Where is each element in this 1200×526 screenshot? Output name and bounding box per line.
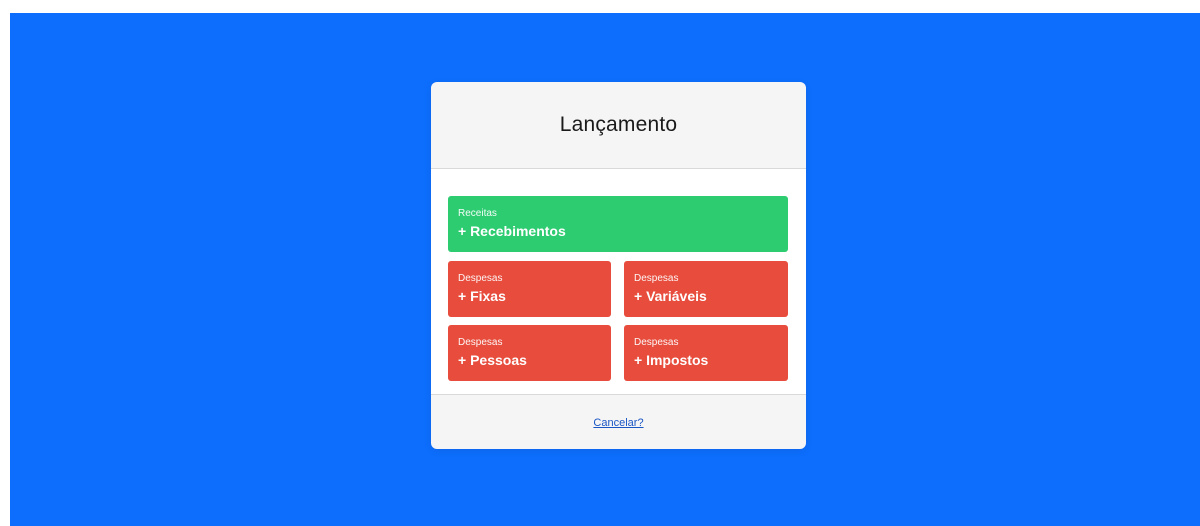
modal-footer: Cancelar?: [431, 395, 806, 449]
card-category-label: Despesas: [634, 337, 679, 348]
card-action-label: + Pessoas: [458, 352, 527, 368]
despesas-pessoas-button[interactable]: Despesas + Pessoas: [448, 325, 611, 381]
despesas-impostos-button[interactable]: Despesas + Impostos: [624, 325, 788, 381]
card-action-label: + Fixas: [458, 288, 506, 304]
cancel-link[interactable]: Cancelar?: [593, 417, 643, 429]
card-action-label: + Recebimentos: [458, 223, 566, 239]
card-category-label: Receitas: [458, 208, 497, 219]
card-category-label: Despesas: [458, 273, 503, 284]
modal-body: Receitas + Recebimentos Despesas + Fixas…: [431, 169, 806, 395]
lancamento-modal: Lançamento Receitas + Recebimentos Despe…: [431, 82, 806, 449]
card-action-label: + Impostos: [634, 352, 709, 368]
receitas-recebimentos-button[interactable]: Receitas + Recebimentos: [448, 196, 788, 252]
modal-header: Lançamento: [431, 82, 806, 169]
modal-title: Lançamento: [559, 113, 678, 136]
card-category-label: Despesas: [458, 337, 503, 348]
despesas-variaveis-button[interactable]: Despesas + Variáveis: [624, 261, 788, 317]
despesas-fixas-button[interactable]: Despesas + Fixas: [448, 261, 611, 317]
card-category-label: Despesas: [634, 273, 679, 284]
card-action-label: + Variáveis: [634, 288, 707, 304]
